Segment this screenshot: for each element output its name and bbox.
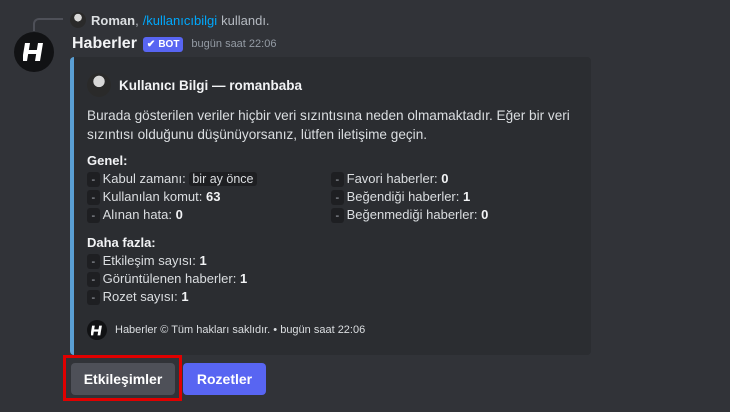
field-value: 1 xyxy=(181,289,189,304)
field-label: Favori haberler: xyxy=(346,171,438,186)
field-label: Kullanılan komut: xyxy=(102,189,203,204)
message-header: Haberler ✔ BOT bugün saat 22:06 xyxy=(72,34,276,54)
general-title-spacer xyxy=(331,152,575,170)
highlight-box xyxy=(63,355,182,401)
dash-code: - xyxy=(87,190,100,205)
dash-code: - xyxy=(87,254,100,269)
general-title: Genel: xyxy=(87,153,128,168)
embed-footer: Haberler © Tüm hakları saklıdır. • bugün… xyxy=(87,320,365,340)
verified-check-icon: ✔ xyxy=(146,38,156,50)
reply-connector xyxy=(33,18,63,31)
field-value-code: bir ay önce xyxy=(189,172,257,186)
dash-code: - xyxy=(87,290,100,305)
reply-action-text: kullandı. xyxy=(221,12,270,28)
field-label: Görüntülenen haberler: xyxy=(102,271,237,286)
more-title: Daha fazla: xyxy=(87,235,156,250)
replied-user-name[interactable]: Roman xyxy=(91,13,135,28)
field-value: 0 xyxy=(481,207,489,222)
field-line: - Alınan hata: 0 xyxy=(87,206,331,224)
field-label: Beğenmediği haberler: xyxy=(346,207,478,222)
field-value: 0 xyxy=(441,171,449,186)
reply-reference[interactable]: Roman, /kullanıcıbilgi kullandı. xyxy=(70,11,270,29)
field-value: 63 xyxy=(205,189,221,204)
footer-text: Haberler © Tüm hakları saklıdır. • bugün… xyxy=(115,324,366,336)
field-line: - Görüntülenen haberler: 1 xyxy=(87,270,341,288)
dash-code: - xyxy=(87,172,100,187)
command-link[interactable]: /kullanıcıbilgi xyxy=(143,13,217,28)
user-info-embed: Kullanıcı Bilgi — romanbaba Burada göste… xyxy=(70,57,591,355)
bot-avatar[interactable] xyxy=(14,32,54,72)
field-line: - Kabul zamanı: bir ay önce xyxy=(87,170,331,188)
dash-code: - xyxy=(87,272,100,287)
dash-code: - xyxy=(331,172,344,187)
haberler-logo-icon xyxy=(23,43,43,61)
dash-code: - xyxy=(331,208,344,223)
field-label: Rozet sayısı: xyxy=(102,289,178,304)
field-value: 1 xyxy=(463,189,471,204)
replied-user-avatar[interactable] xyxy=(70,12,86,28)
general-field-left: Genel: - Kabul zamanı: bir ay önce - Kulla… xyxy=(87,152,331,224)
field-label: Etkileşim sayısı: xyxy=(102,253,196,268)
embed-author: Kullanıcı Bilgi — romanbaba xyxy=(87,73,575,97)
embed-description: Burada gösterilen veriler hiçbir veri sı… xyxy=(87,108,570,142)
field-line: - Favori haberler: 0 xyxy=(331,170,575,188)
embed-author-name: Kullanıcı Bilgi — romanbaba xyxy=(119,77,303,93)
footer-logo-icon xyxy=(87,320,107,340)
field-line: - Rozet sayısı: 1 xyxy=(87,288,341,306)
field-label: Alınan hata: xyxy=(102,207,173,222)
bot-tag-label: BOT xyxy=(158,38,180,50)
field-value: 1 xyxy=(199,253,207,268)
badges-button[interactable]: Rozetler xyxy=(183,363,266,395)
embed-author-avatar xyxy=(87,73,111,97)
field-line: - Etkileşim sayısı: 1 xyxy=(87,252,341,270)
dash-code: - xyxy=(331,190,344,205)
field-line: - Beğenmediği haberler: 0 xyxy=(331,206,575,224)
reply-separator: , xyxy=(135,12,139,28)
message-timestamp[interactable]: bugün saat 22:06 xyxy=(191,38,276,50)
bot-name[interactable]: Haberler xyxy=(72,35,137,53)
field-line: - Beğendiği haberler: 1 xyxy=(331,188,575,206)
dash-code: - xyxy=(87,208,100,223)
field-label: Beğendiği haberler: xyxy=(346,189,460,204)
more-field: Daha fazla: - Etkileşim sayısı: 1 - Görünt… xyxy=(87,234,341,306)
bot-tag: ✔ BOT xyxy=(142,36,184,52)
field-value: 0 xyxy=(175,207,183,222)
field-label: Kabul zamanı: xyxy=(102,171,186,186)
general-field-right: - Favori haberler: 0 - Beğendiği haberler:… xyxy=(331,152,575,224)
general-fields: Genel: - Kabul zamanı: bir ay önce - Kulla… xyxy=(87,152,575,224)
field-line: - Kullanılan komut: 63 xyxy=(87,188,331,206)
field-value: 1 xyxy=(239,271,248,286)
